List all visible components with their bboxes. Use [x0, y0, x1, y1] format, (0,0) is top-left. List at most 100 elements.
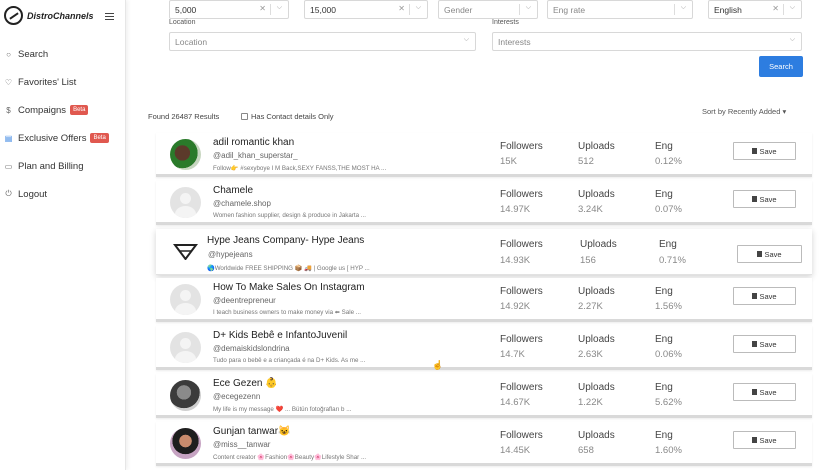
sidebar-item-favorites[interactable]: ♡ Favorites' List: [0, 68, 126, 96]
language-select[interactable]: English ✕ ⌵: [708, 0, 802, 19]
contact-details-filter[interactable]: Has Contact details Only: [241, 112, 334, 121]
chevron-down-icon[interactable]: ⌵: [790, 36, 795, 44]
card-icon: ▭: [4, 161, 13, 171]
eng-value: 1.56%: [655, 301, 682, 312]
uploads-value: 3.24K: [578, 204, 603, 215]
influencer-card[interactable]: Ece Gezen 👶 @ecegezenn My life is my mes…: [156, 374, 812, 418]
sidebar-item-search[interactable]: ○ Search: [0, 40, 126, 68]
influencer-handle[interactable]: @adil_khan_superstar_: [213, 151, 298, 160]
contact-details-checkbox[interactable]: [241, 113, 248, 120]
influencer-card[interactable]: Gunjan tanwar😺 @miss__tanwar Content cre…: [156, 422, 812, 466]
influencer-name[interactable]: adil romantic khan: [213, 137, 294, 148]
uploads-label: Uploads: [578, 334, 615, 345]
influencer-card[interactable]: D+ Kids Bebê e InfantoJuvenil @demaiskid…: [156, 326, 812, 370]
chevron-down-icon[interactable]: ⌵: [681, 4, 686, 12]
influencer-card[interactable]: Chamele @chamele.shop Women fashion supp…: [156, 181, 812, 225]
sidebar-item-plan-billing[interactable]: ▭ Plan and Billing: [0, 152, 126, 180]
save-button[interactable]: Save: [733, 383, 796, 401]
search-button[interactable]: Search: [759, 56, 803, 77]
clear-icon[interactable]: ✕: [398, 4, 405, 13]
uploads-value: 1.22K: [578, 397, 603, 408]
followers-value: 15K: [500, 156, 517, 167]
min-followers-select[interactable]: 5,000 ✕ ⌵: [169, 0, 289, 19]
interests-select[interactable]: Interests ⌵: [492, 32, 802, 51]
influencer-handle[interactable]: @chamele.shop: [213, 199, 271, 208]
gender-select[interactable]: Gender ⌵: [438, 0, 538, 19]
brand-logo-icon: [4, 6, 23, 25]
eng-label: Eng: [655, 141, 673, 152]
location-label: Location: [169, 19, 196, 26]
save-button[interactable]: Save: [737, 245, 802, 263]
sidebar-item-label: Search: [18, 48, 49, 60]
chevron-down-icon[interactable]: ⌵: [464, 36, 469, 44]
eng-rate-select[interactable]: Eng rate ⌵: [547, 0, 693, 19]
influencer-name[interactable]: D+ Kids Bebê e InfantoJuvenil: [213, 330, 347, 341]
hamburger-menu-icon[interactable]: [105, 13, 114, 22]
followers-label: Followers: [500, 334, 543, 345]
save-label: Save: [759, 146, 777, 156]
save-icon: [752, 389, 758, 395]
avatar: [170, 428, 201, 459]
uploads-label: Uploads: [578, 286, 615, 297]
interests-label: Interests: [492, 19, 519, 26]
gender-placeholder: Gender: [444, 4, 473, 15]
influencer-name[interactable]: Gunjan tanwar😺: [213, 426, 291, 437]
sidebar-item-campaigns[interactable]: $ Compaigns Beta: [0, 96, 126, 124]
influencer-name[interactable]: Hype Jeans Company- Hype Jeans: [207, 235, 364, 246]
clear-icon[interactable]: ✕: [772, 4, 779, 13]
store-icon: ▤: [4, 133, 13, 143]
influencer-handle[interactable]: @deentrepreneur: [213, 296, 276, 305]
power-icon: ⏻: [5, 189, 12, 198]
chevron-down-icon[interactable]: ⌵: [526, 4, 531, 12]
save-button[interactable]: Save: [733, 335, 796, 353]
influencer-bio: Content creator 🌸Fashion🌸Beauty🌸Lifestyl…: [213, 454, 367, 461]
uploads-value: 156: [580, 255, 596, 266]
uploads-value: 2.63K: [578, 349, 603, 360]
influencer-name[interactable]: Chamele: [213, 185, 253, 196]
followers-label: Followers: [500, 141, 543, 152]
save-button[interactable]: Save: [733, 190, 796, 208]
uploads-label: Uploads: [578, 141, 615, 152]
influencer-handle[interactable]: @miss__tanwar: [213, 440, 270, 449]
chevron-down-icon[interactable]: ⌵: [277, 4, 282, 12]
max-followers-select[interactable]: 15,000 ✕ ⌵: [304, 0, 428, 19]
influencer-card[interactable]: Hype Jeans Company- Hype Jeans @hypejean…: [156, 229, 812, 275]
eng-value: 0.12%: [655, 156, 682, 167]
results-count: Found 26487 Results: [148, 112, 220, 121]
avatar: [170, 332, 201, 363]
uploads-label: Uploads: [578, 189, 615, 200]
eng-value: 0.06%: [655, 349, 682, 360]
influencer-bio: Follow👉 #sexyboye I M Back,SEXY FANSS,TH…: [213, 165, 387, 172]
beta-badge: Beta: [90, 133, 109, 143]
save-button[interactable]: Save: [733, 287, 796, 305]
eng-label: Eng: [655, 189, 673, 200]
sidebar-item-exclusive-offers[interactable]: ▤ Exclusive Offers Beta: [0, 124, 126, 152]
location-placeholder: Location: [175, 36, 208, 47]
chevron-down-icon[interactable]: ⌵: [416, 4, 421, 12]
uploads-label: Uploads: [580, 239, 617, 250]
sort-dropdown[interactable]: Sort by Recently Added ▾: [702, 107, 786, 116]
avatar: [170, 284, 201, 315]
sort-label: Sort by Recently Added: [702, 107, 781, 116]
influencer-name[interactable]: How To Make Sales On Instagram: [213, 282, 365, 293]
clear-icon[interactable]: ✕: [259, 4, 266, 13]
save-button[interactable]: Save: [733, 431, 796, 449]
location-select[interactable]: Location ⌵: [169, 32, 476, 51]
influencer-card[interactable]: adil romantic khan @adil_khan_superstar_…: [156, 133, 812, 177]
sidebar-item-logout[interactable]: ⏻ Logout: [0, 180, 126, 208]
influencer-handle[interactable]: @ecegezenn: [213, 392, 260, 401]
save-button[interactable]: Save: [733, 142, 796, 160]
influencer-handle[interactable]: @hypejeans: [208, 250, 253, 259]
followers-value: 14.7K: [500, 349, 525, 360]
eng-value: 1.60%: [655, 445, 682, 456]
app-root: DistroChannels ○ Search ♡ Favorites' Lis…: [0, 0, 836, 470]
sidebar-item-label: Plan and Billing: [18, 160, 84, 172]
influencer-handle[interactable]: @demaiskidslondrina: [213, 344, 290, 353]
eng-value: 0.71%: [659, 255, 686, 266]
influencer-name[interactable]: Ece Gezen 👶: [213, 378, 278, 389]
brand[interactable]: DistroChannels: [4, 6, 94, 25]
influencer-card[interactable]: How To Make Sales On Instagram @deentrep…: [156, 278, 812, 322]
eng-label: Eng: [655, 286, 673, 297]
chevron-down-icon[interactable]: ⌵: [790, 4, 795, 12]
hype-jeans-logo: [173, 244, 198, 260]
